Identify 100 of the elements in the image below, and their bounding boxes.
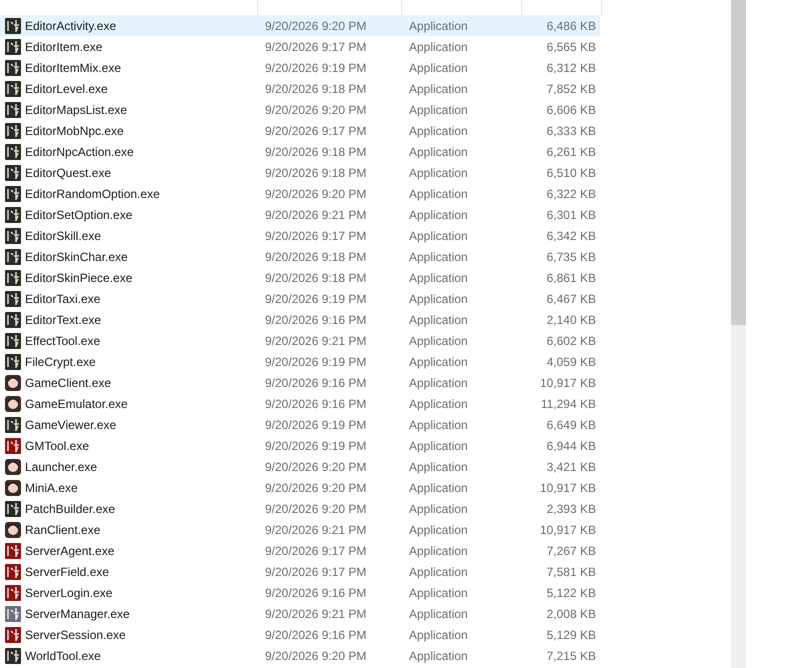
file-row[interactable]: WorldTool.exe 9/20/2026 9:20 PM Application 7,215 KB [0,645,600,666]
file-row[interactable]: EffectTool.exe 9/20/2026 9:21 PM Application 6,602 KB [0,330,600,351]
file-type: Application [409,312,469,328]
file-size: 6,312 KB [546,60,596,76]
file-name: ServerManager.exe [25,606,131,622]
app-icon [5,38,21,54]
app-icon [5,648,21,664]
date-modified: 9/20/2026 9:20 PM [265,480,368,496]
app-icon [5,606,21,622]
file-row[interactable]: EditorItem.exe 9/20/2026 9:17 PM Application 6,565 KB [0,36,600,57]
date-modified: 9/20/2026 9:17 PM [265,122,368,140]
app-icon [5,122,21,138]
date-modified: 9/20/2026 9:16 PM [265,374,368,392]
file-row[interactable]: EditorQuest.exe 9/20/2026 9:18 PM Application 6,510 KB [0,162,600,183]
file-type: Application [409,648,469,664]
file-row[interactable]: EditorSkill.exe 9/20/2026 9:17 PM Application 6,342 KB [0,225,600,246]
file-row[interactable]: Launcher.exe 9/20/2026 9:20 PM Application 3,421 KB [0,456,600,477]
file-type: Application [409,80,469,98]
file-row[interactable]: ServerLogin.exe 9/20/2026 9:16 PM Application 5,122 KB [0,582,600,603]
file-size: 11,294 KB [540,396,596,412]
file-name: EditorItemMix.exe [25,60,122,76]
file-row[interactable]: EditorMobNpc.exe 9/20/2026 9:17 PM Application 6,333 KB [0,120,600,141]
scrollbar[interactable] [731,0,746,668]
file-type: Application [409,480,469,496]
file-row[interactable]: EditorTaxi.exe 9/20/2026 9:19 PM Application 6,467 KB [0,288,600,309]
character-icon [5,480,21,496]
file-type: Application [409,122,469,140]
date-modified: 9/20/2026 9:20 PM [265,186,368,202]
file-row[interactable]: PatchBuilder.exe 9/20/2026 9:20 PM Application 2,393 KB [0,498,600,519]
file-type: Application [409,416,469,434]
app-icon [5,206,21,222]
file-type: Application [409,354,469,370]
file-row[interactable]: EditorSetOption.exe 9/20/2026 9:21 PM Application 6,301 KB [0,204,600,225]
date-modified: 9/20/2026 9:18 PM [265,270,368,286]
file-size: 6,735 KB [546,248,596,266]
file-size: 4,059 KB [546,354,596,370]
file-row[interactable]: EditorSkinPiece.exe 9/20/2026 9:18 PM Application 6,861 KB [0,267,600,288]
app-icon [5,290,21,306]
file-row[interactable]: EditorRandomOption.exe 9/20/2026 9:20 PM Application 6,322 KB [0,183,600,204]
app-icon [5,60,21,76]
file-name: PatchBuilder.exe [25,500,116,518]
file-row[interactable]: GameEmulator.exe 9/20/2026 9:16 PM Application 11,294 KB [0,393,600,414]
app-icon [5,500,21,516]
date-modified: 9/20/2026 9:21 PM [265,332,368,350]
file-row[interactable]: EditorSkinChar.exe 9/20/2026 9:18 PM Application 6,735 KB [0,246,600,267]
file-type: Application [409,164,469,182]
file-name: EditorSkill.exe [25,228,102,244]
file-row[interactable]: GMTool.exe 9/20/2026 9:19 PM Application 6,944 KB [0,435,600,456]
file-size: 6,342 KB [546,228,596,244]
file-size: 6,261 KB [546,144,596,160]
date-modified: 9/20/2026 9:21 PM [265,206,368,224]
file-row[interactable]: GameViewer.exe 9/20/2026 9:19 PM Application 6,649 KB [0,414,600,435]
file-row[interactable]: ServerManager.exe 9/20/2026 9:21 PM Application 2,008 KB [0,603,600,624]
file-name: MiniA.exe [25,480,79,496]
file-row[interactable]: RanClient.exe 9/20/2026 9:21 PM Application 10,917 KB [0,519,600,540]
file-row[interactable]: EditorLevel.exe 9/20/2026 9:18 PM Application 7,852 KB [0,78,600,99]
date-modified: 9/20/2026 9:18 PM [265,80,368,98]
file-size: 3,421 KB [546,458,596,476]
file-size: 5,129 KB [546,626,596,644]
file-row[interactable]: FileCrypt.exe 9/20/2026 9:19 PM Application 4,059 KB [0,351,600,372]
app-icon [5,564,21,580]
app-icon [5,186,21,202]
file-row[interactable]: EditorActivity.exe 9/20/2026 9:20 PM Application 6,486 KB [0,15,600,36]
file-name: EditorNpcAction.exe [25,144,135,160]
file-size: 2,393 KB [546,500,596,518]
file-type: Application [409,374,469,392]
app-icon [5,270,21,286]
file-name: RanClient.exe [25,522,102,538]
file-row[interactable]: EditorText.exe 9/20/2026 9:16 PM Application 2,140 KB [0,309,600,330]
date-modified: 9/20/2026 9:19 PM [265,416,368,434]
file-size: 6,301 KB [546,206,596,224]
date-modified: 9/20/2026 9:19 PM [265,438,368,454]
file-type: Application [409,332,469,350]
file-row[interactable]: ServerAgent.exe 9/20/2026 9:17 PM Application 7,267 KB [0,540,600,561]
file-row[interactable]: MiniA.exe 9/20/2026 9:20 PM Application 10,917 KB [0,477,600,498]
character-icon [5,374,21,390]
file-row[interactable]: EditorMapsList.exe 9/20/2026 9:20 PM Application 6,606 KB [0,99,600,120]
app-icon [5,144,21,160]
file-size: 7,581 KB [546,564,596,580]
app-icon [5,584,21,600]
file-type: Application [409,102,469,118]
file-type: Application [409,542,469,560]
scrollbar-thumb[interactable] [731,0,746,325]
character-icon [5,458,21,474]
file-name: GameEmulator.exe [25,396,129,412]
app-icon [5,228,21,244]
date-modified: 9/20/2026 9:21 PM [265,606,368,622]
file-row[interactable]: ServerField.exe 9/20/2026 9:17 PM Application 7,581 KB [0,561,600,582]
file-row[interactable]: GameClient.exe 9/20/2026 9:16 PM Application 10,917 KB [0,372,600,393]
file-size: 6,944 KB [546,438,596,454]
file-size: 6,467 KB [546,290,596,308]
app-icon [5,18,21,34]
date-modified: 9/20/2026 9:16 PM [265,312,368,328]
file-row[interactable]: ServerSession.exe 9/20/2026 9:16 PM Application 5,129 KB [0,624,600,645]
file-name: ServerSession.exe [25,626,127,644]
file-name: EffectTool.exe [25,332,102,350]
file-name: EditorSetOption.exe [25,206,134,224]
file-row[interactable]: EditorNpcAction.exe 9/20/2026 9:18 PM Application 6,261 KB [0,141,600,162]
file-type: Application [409,396,469,412]
file-row[interactable]: EditorItemMix.exe 9/20/2026 9:19 PM Application 6,312 KB [0,57,600,78]
